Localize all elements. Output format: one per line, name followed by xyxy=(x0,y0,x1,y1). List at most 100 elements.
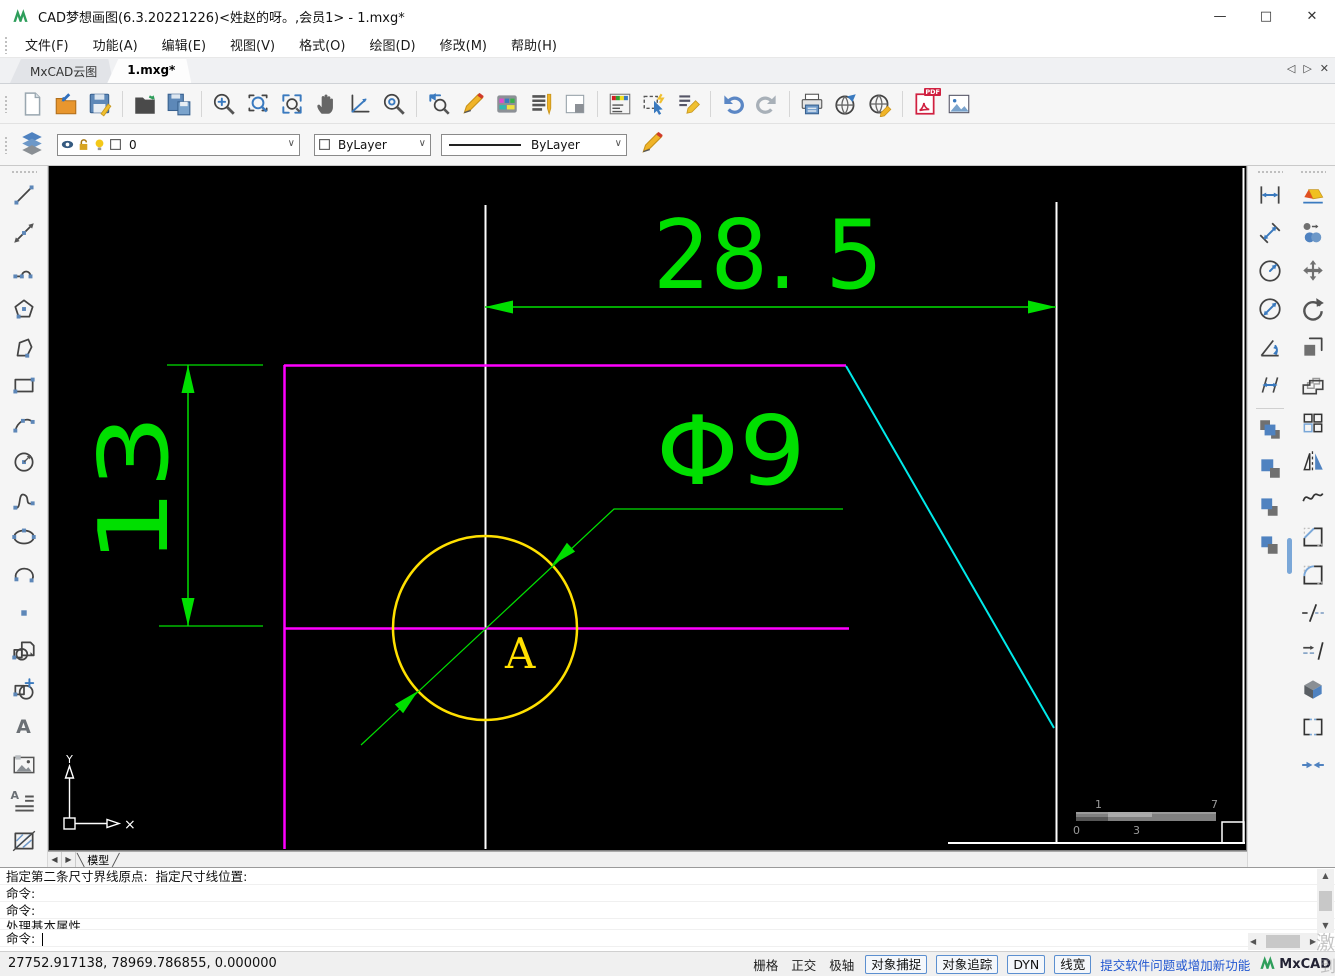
export-image-button[interactable] xyxy=(942,87,976,121)
command-horizontal-scrollbar[interactable]: ◀ ▶ xyxy=(1248,933,1318,950)
image-tool-button[interactable] xyxy=(6,747,42,783)
status-toggle-DYN[interactable]: DYN xyxy=(1007,955,1046,974)
zoom-extents-button[interactable] xyxy=(275,87,309,121)
dim-aligned-button[interactable] xyxy=(1252,215,1288,251)
save-as-button[interactable] xyxy=(162,87,196,121)
dim-linear-button[interactable] xyxy=(1252,177,1288,213)
erase-button[interactable] xyxy=(1295,177,1331,213)
mirror-button[interactable] xyxy=(1295,443,1331,479)
model-prev-button[interactable]: ◀ xyxy=(48,852,62,867)
tab-scroll-left-icon[interactable]: ◁ xyxy=(1287,62,1295,75)
status-toggle-极轴[interactable]: 极轴 xyxy=(827,955,856,974)
hatch-tool-button[interactable] xyxy=(6,823,42,859)
break-button[interactable] xyxy=(1295,709,1331,745)
open-file-button[interactable] xyxy=(49,87,83,121)
polygon-edge-tool-button[interactable] xyxy=(6,329,42,365)
save-file-button[interactable] xyxy=(83,87,117,121)
circle-tool-button[interactable] xyxy=(6,443,42,479)
publish-web-button[interactable] xyxy=(829,87,863,121)
arc-tool-button[interactable] xyxy=(6,405,42,441)
menu-item-7[interactable]: 修改(M) xyxy=(430,32,497,57)
color-palette-button[interactable] xyxy=(490,87,524,121)
spline-edit-button[interactable] xyxy=(1295,481,1331,517)
document-tab-2[interactable]: 1.mxg* xyxy=(107,59,191,83)
menu-item-4[interactable]: 视图(V) xyxy=(220,32,285,57)
menu-item-8[interactable]: 帮助(H) xyxy=(501,32,567,57)
web-edit-button[interactable] xyxy=(863,87,897,121)
tab-scroll-right-icon[interactable]: ▷ xyxy=(1303,62,1311,75)
zoom-center-button[interactable] xyxy=(377,87,411,121)
quick-select-button[interactable] xyxy=(637,87,671,121)
polyline-tool-button[interactable] xyxy=(6,253,42,289)
match-properties-button[interactable] xyxy=(671,87,705,121)
rotate-button[interactable] xyxy=(1295,291,1331,327)
mtext-tool-button[interactable]: A xyxy=(6,785,42,821)
print-button[interactable] xyxy=(795,87,829,121)
dim-radius-button[interactable] xyxy=(1252,253,1288,289)
status-toggle-正交[interactable]: 正交 xyxy=(789,955,818,974)
extend-button[interactable] xyxy=(1295,633,1331,669)
xline-tool-button[interactable] xyxy=(6,215,42,251)
new-file-button[interactable] xyxy=(15,87,49,121)
draw-order-above-button[interactable] xyxy=(1252,488,1288,524)
zoom-dynamic-button[interactable] xyxy=(207,87,241,121)
polygon-tool-button[interactable] xyxy=(6,291,42,327)
status-toggle-栅格[interactable]: 栅格 xyxy=(751,955,780,974)
page-setup-button[interactable] xyxy=(558,87,592,121)
maximize-button[interactable]: □ xyxy=(1243,0,1289,32)
status-toggle-对象捕捉[interactable]: 对象捕捉 xyxy=(865,955,928,974)
zoom-scale-button[interactable] xyxy=(343,87,377,121)
dim-diameter-button[interactable] xyxy=(1252,291,1288,327)
offset-button[interactable] xyxy=(1295,367,1331,403)
spline-tool-button[interactable] xyxy=(6,481,42,517)
chamfer-button[interactable] xyxy=(1295,519,1331,555)
insert-block-tool-button[interactable] xyxy=(6,671,42,707)
explode-button[interactable] xyxy=(1295,671,1331,707)
menu-item-1[interactable]: 文件(F) xyxy=(15,32,79,57)
layer-dropdown[interactable]: 0 ∨ xyxy=(57,133,300,156)
text-tool-button[interactable]: A xyxy=(6,709,42,745)
status-toggle-线宽[interactable]: 线宽 xyxy=(1054,955,1092,974)
minimize-button[interactable]: — xyxy=(1197,0,1243,32)
pencil-icon[interactable] xyxy=(635,128,669,162)
trim-button[interactable] xyxy=(1295,595,1331,631)
model-next-button[interactable]: ▶ xyxy=(62,852,76,867)
ellipse-arc-tool-button[interactable] xyxy=(6,557,42,593)
close-button[interactable]: ✕ xyxy=(1289,0,1335,32)
color-dropdown[interactable]: ByLayer ∨ xyxy=(314,133,431,156)
join-button[interactable] xyxy=(1295,747,1331,783)
ellipse-tool-button[interactable] xyxy=(6,519,42,555)
menu-item-5[interactable]: 格式(O) xyxy=(289,32,355,57)
draw-edit-button[interactable] xyxy=(456,87,490,121)
redo-button[interactable] xyxy=(750,87,784,121)
draw-order-under-button[interactable] xyxy=(1252,526,1288,562)
export-pdf-button[interactable]: PDF xyxy=(908,87,942,121)
status-toggle-对象追踪[interactable]: 对象追踪 xyxy=(936,955,999,974)
point-tool-button[interactable] xyxy=(6,595,42,631)
document-tab-1[interactable]: MxCAD云图 xyxy=(10,59,113,83)
move-button[interactable] xyxy=(1295,253,1331,289)
draw-order-back-button[interactable] xyxy=(1252,450,1288,486)
scroll-left-icon[interactable]: ◀ xyxy=(1250,935,1256,949)
model-tab[interactable]: 模型 xyxy=(85,852,111,868)
drawing-canvas[interactable]: 28. 5 13 A Φ9 Y × 1 7 0 3 xyxy=(48,166,1247,851)
zoom-previous-button[interactable] xyxy=(422,87,456,121)
dim-angular-button[interactable] xyxy=(1252,329,1288,365)
rectangle-tool-button[interactable] xyxy=(6,367,42,403)
line-tool-button[interactable] xyxy=(6,177,42,213)
linetype-dropdown[interactable]: ByLayer ∨ xyxy=(441,133,627,156)
menu-item-6[interactable]: 绘图(D) xyxy=(359,32,425,57)
layer-manager-button[interactable] xyxy=(603,87,637,121)
pan-button[interactable] xyxy=(309,87,343,121)
menu-item-2[interactable]: 功能(A) xyxy=(83,32,148,57)
fillet-button[interactable] xyxy=(1295,557,1331,593)
command-vertical-scrollbar[interactable]: ▲ ▼ xyxy=(1317,869,1334,933)
tab-close-icon[interactable]: ✕ xyxy=(1320,62,1329,75)
scroll-thumb[interactable] xyxy=(1319,891,1332,911)
zoom-window-button[interactable] xyxy=(241,87,275,121)
toolbar-scroll-thumb[interactable] xyxy=(1287,538,1292,574)
block-tool-button[interactable] xyxy=(6,633,42,669)
command-line-5[interactable]: 命令: xyxy=(0,930,1335,947)
scroll-thumb[interactable] xyxy=(1266,935,1300,948)
draw-order-front-button[interactable] xyxy=(1252,412,1288,448)
